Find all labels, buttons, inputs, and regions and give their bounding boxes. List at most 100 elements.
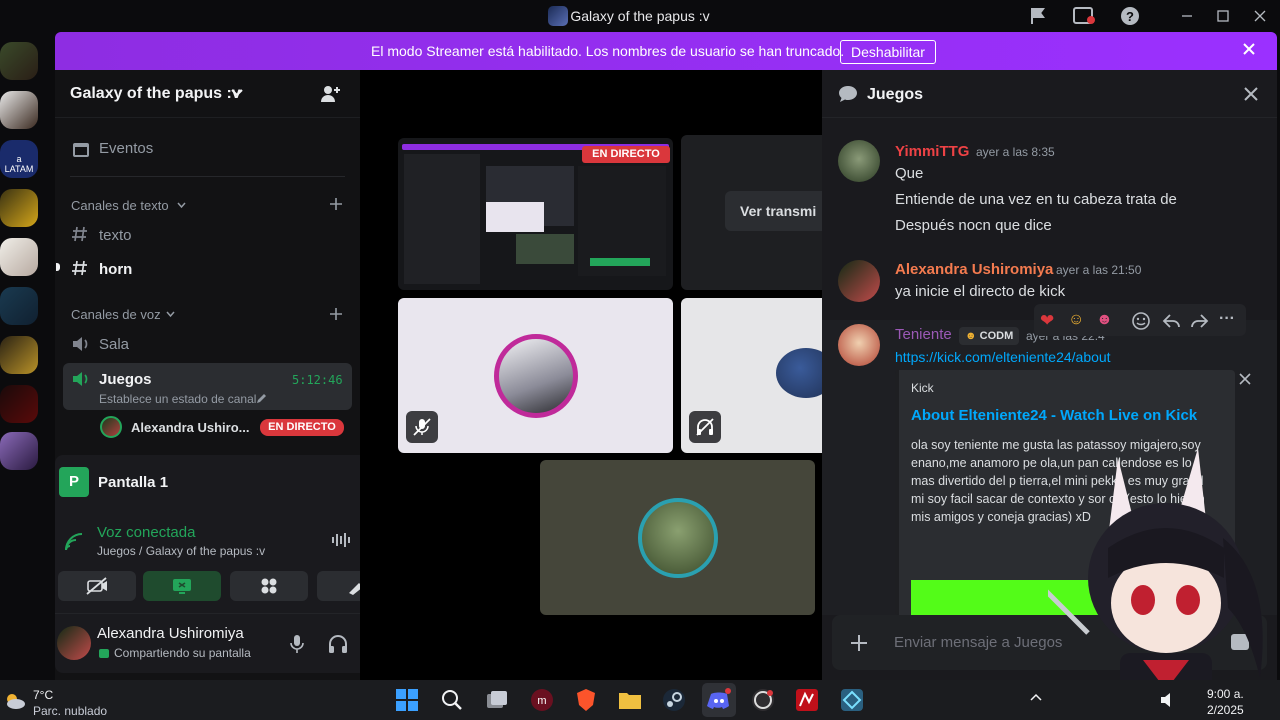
text-channels-category[interactable]: Canales de texto — [71, 198, 169, 213]
laughing-emoji-icon[interactable]: ☺ — [1068, 311, 1084, 329]
inbox-icon[interactable] — [1073, 6, 1095, 26]
voice-channels-category[interactable]: Canales de voz — [71, 307, 161, 322]
weather-temp[interactable]: 7°C — [33, 688, 53, 702]
camera-off-button[interactable] — [58, 571, 136, 601]
avatar[interactable] — [838, 260, 880, 302]
avatar[interactable] — [838, 140, 880, 182]
noise-suppression-icon[interactable] — [331, 532, 353, 548]
avatar — [776, 348, 822, 398]
close-window-icon[interactable] — [1250, 6, 1272, 26]
channel-item-horn[interactable]: horn — [99, 261, 132, 278]
voice-member-name[interactable]: Alexandra Ushiro... — [131, 420, 249, 435]
flag-icon[interactable] — [1028, 6, 1050, 26]
participant-tile[interactable] — [681, 298, 822, 453]
voice-connection-panel: Voz conectada Juegos / Galaxy of the pap… — [55, 513, 408, 613]
app-icon[interactable]: m — [530, 688, 554, 712]
microphone-icon[interactable] — [289, 634, 305, 654]
calendar-icon — [72, 140, 90, 158]
speaker-icon — [71, 370, 91, 388]
avatar[interactable] — [838, 324, 880, 366]
server-icon[interactable] — [0, 287, 38, 325]
obs-icon[interactable] — [751, 688, 775, 712]
clock-time[interactable]: 9:00 a. — [1207, 687, 1244, 701]
message-link[interactable]: https://kick.com/elteniente24/about — [895, 349, 1111, 365]
server-icon[interactable] — [0, 189, 38, 227]
forward-icon[interactable] — [1191, 312, 1209, 330]
voice-location[interactable]: Juegos / Galaxy of the papus :v — [97, 544, 265, 558]
close-icon[interactable] — [1241, 41, 1257, 57]
devil-emoji-icon[interactable]: ☻ — [1096, 311, 1113, 329]
weather-desc[interactable]: Parc. nublado — [33, 704, 107, 718]
message-text: Entiende de una vez en tu cabeza trata d… — [895, 191, 1177, 208]
embed-title[interactable]: About Elteniente24 - Watch Live on Kick — [911, 407, 1197, 424]
windows-start-icon[interactable] — [395, 688, 419, 712]
search-icon[interactable] — [440, 688, 464, 712]
invite-people-icon[interactable] — [319, 84, 341, 104]
thread-icon — [838, 85, 858, 103]
participant-tile[interactable] — [540, 460, 815, 615]
voice-channel-sala[interactable]: Sala — [99, 336, 129, 353]
server-icon[interactable] — [0, 385, 38, 423]
message-author[interactable]: YimmiTTG — [895, 143, 969, 160]
stream-preview-tile — [516, 234, 574, 264]
activities-button[interactable] — [230, 571, 308, 601]
banner-text: El modo Streamer está habilitado. Los no… — [371, 43, 845, 59]
add-channel-icon[interactable] — [329, 307, 343, 321]
headphones-icon[interactable] — [328, 634, 348, 654]
watch-stream-button[interactable]: Ver transmi — [725, 191, 822, 231]
avatar — [494, 334, 578, 418]
voice-channel-juegos[interactable]: Juegos 5:12:46 Establece un estado de ca… — [63, 363, 352, 410]
server-icon[interactable] — [0, 42, 38, 80]
add-reaction-icon[interactable] — [1132, 312, 1150, 330]
help-icon[interactable]: ? — [1120, 6, 1142, 26]
stream-panel: P Pantalla 1 — [55, 455, 408, 513]
heart-icon[interactable]: ❤ — [1040, 311, 1054, 331]
stream-tile[interactable]: Ver transmi — [681, 135, 822, 290]
live-badge: EN DIRECTO — [582, 146, 670, 163]
voice-status[interactable]: Voz conectada — [97, 524, 195, 541]
weather-icon[interactable] — [2, 689, 26, 711]
add-channel-icon[interactable] — [329, 197, 343, 211]
file-explorer-icon[interactable] — [618, 688, 642, 712]
message-author[interactable]: Teniente — [895, 326, 952, 343]
stream-tile[interactable]: EN DIRECTO — [398, 138, 673, 290]
volume-icon[interactable] — [1160, 692, 1178, 708]
events-link[interactable]: Eventos — [99, 140, 153, 157]
clock-date[interactable]: 2/2025 — [1207, 703, 1244, 717]
stream-preview-tile — [486, 202, 544, 232]
server-icon[interactable] — [0, 91, 38, 129]
maximize-icon[interactable] — [1213, 6, 1235, 26]
guild-header[interactable]: Galaxy of the papus :v — [55, 70, 360, 118]
stream-preview-icon: P — [59, 467, 89, 497]
close-icon[interactable] — [1243, 86, 1259, 102]
channel-item-texto[interactable]: texto — [99, 227, 132, 244]
server-icon[interactable]: a LATAM — [0, 140, 38, 178]
channel-status-prompt[interactable]: Establece un estado de canal — [99, 392, 256, 406]
server-icon[interactable] — [0, 238, 38, 276]
reply-icon[interactable] — [1162, 312, 1180, 330]
close-icon[interactable] — [1239, 373, 1251, 385]
message-author[interactable]: Alexandra Ushiromiya — [895, 261, 1053, 278]
participant-tile[interactable] — [398, 298, 673, 453]
avatar[interactable] — [57, 626, 91, 660]
discord-app-active[interactable] — [702, 683, 736, 717]
deafened-icon — [689, 411, 721, 443]
steam-icon[interactable] — [662, 688, 686, 712]
divider — [70, 176, 345, 177]
server-icon[interactable] — [0, 336, 38, 374]
disable-streamer-button[interactable]: Deshabilitar — [840, 40, 936, 64]
message-input[interactable]: Enviar mensaje a Juegos — [894, 634, 1062, 651]
speaker-icon — [71, 335, 91, 353]
minimize-icon[interactable] — [1177, 6, 1199, 26]
task-view-icon[interactable] — [485, 688, 509, 712]
app-icon[interactable] — [795, 688, 819, 712]
stream-title: Pantalla 1 — [98, 474, 169, 491]
server-icon[interactable] — [0, 432, 38, 470]
more-options-icon[interactable]: ··· — [1219, 310, 1235, 328]
add-attachment-icon[interactable] — [850, 634, 868, 652]
brave-browser-icon[interactable] — [574, 688, 598, 712]
chevron-up-icon[interactable] — [1030, 693, 1042, 701]
voice-channel-name: Juegos — [99, 371, 152, 388]
screen-share-button[interactable] — [143, 571, 221, 601]
app-icon[interactable] — [840, 688, 864, 712]
